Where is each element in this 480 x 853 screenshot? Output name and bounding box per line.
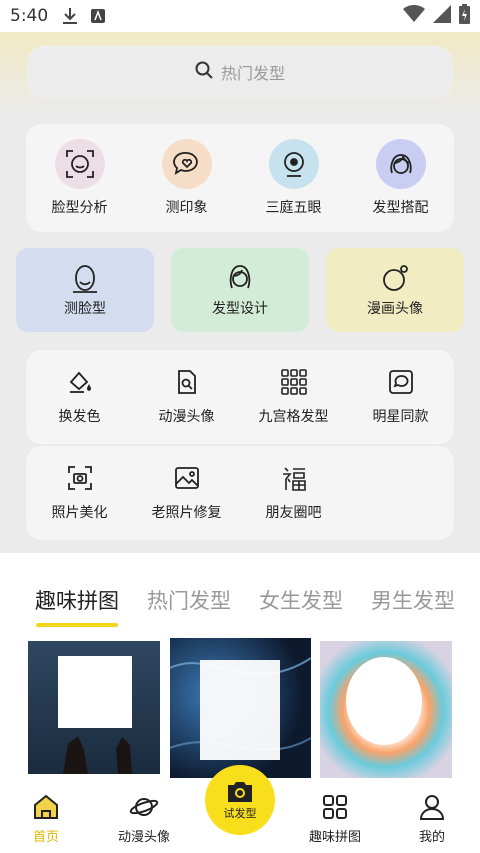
hair-design-card[interactable]: 发型设计 (171, 248, 309, 332)
four-squares-icon (323, 795, 347, 819)
girl-face-icon (375, 139, 426, 189)
nav-anime-avatar-label: 动漫头像 (118, 830, 171, 845)
status-time: 5:40 (10, 6, 49, 26)
camera-frame-icon (67, 466, 92, 490)
photo-beautify-label: 照片美化 (51, 505, 108, 521)
impression-test-button[interactable]: 测印象 (133, 124, 240, 232)
hairstyle-icon (229, 265, 251, 289)
download-icon (62, 7, 78, 25)
puzzle-thumbnail-1[interactable] (28, 641, 160, 774)
face-scan-icon (54, 139, 105, 189)
analysis-card: 脸型分析 测印象 三庭五眼 发型搭配 (26, 124, 454, 232)
status-bar: 5:40 (0, 0, 480, 32)
eye-camera-icon (268, 139, 319, 189)
hair-match-button[interactable]: 发型搭配 (347, 124, 454, 232)
camera-icon (228, 782, 252, 802)
photo-beautify-button[interactable]: 照片美化 (26, 446, 133, 540)
tab-fun-puzzle[interactable]: 趣味拼图 (35, 585, 119, 615)
facial-proportion-label: 三庭五眼 (265, 200, 322, 216)
grid-icon (280, 369, 307, 395)
planet-icon (129, 798, 159, 816)
app-notification-icon (90, 8, 106, 24)
nav-home[interactable]: 首页 (32, 794, 60, 845)
battery-icon (459, 3, 470, 29)
cartoon-avatar-label: 漫画头像 (367, 301, 423, 317)
tools-card-1: 换发色 动漫头像 九宫格发型 明星同款 (26, 350, 454, 444)
tab-male-hairstyle[interactable]: 男生发型 (371, 585, 455, 615)
nav-mine[interactable]: 我的 (418, 794, 446, 845)
home-icon (34, 794, 58, 819)
chat-frame-icon (388, 370, 413, 394)
impression-test-label: 测印象 (165, 200, 208, 216)
anime-avatar-label: 动漫头像 (158, 409, 215, 425)
nav-mine-label: 我的 (418, 830, 445, 845)
moments-label: 朋友圈吧 (265, 505, 322, 521)
fortune-character-icon (282, 467, 306, 491)
active-tab-indicator (36, 623, 118, 627)
try-hairstyle-button[interactable]: 试发型 (205, 765, 275, 835)
paint-bucket-icon (69, 371, 91, 393)
face-outline-icon (73, 265, 97, 293)
tab-female-hairstyle[interactable]: 女生发型 (259, 585, 343, 615)
anime-avatar-button[interactable]: 动漫头像 (133, 350, 240, 444)
hair-color-label: 换发色 (58, 409, 101, 425)
profile-icon (419, 795, 445, 820)
picture-icon (174, 467, 199, 489)
puzzle-thumbnail-2[interactable] (170, 638, 311, 778)
chat-heart-icon (161, 139, 212, 189)
old-photo-repair-label: 老照片修复 (151, 505, 222, 521)
face-shape-test-card[interactable]: 测脸型 (16, 248, 154, 332)
search-icon (195, 61, 213, 83)
search-placeholder: 热门发型 (220, 64, 285, 83)
nav-fun-puzzle[interactable]: 趣味拼图 (309, 794, 361, 845)
nine-grid-hair-button[interactable]: 九宫格发型 (240, 350, 347, 444)
hair-design-label: 发型设计 (212, 301, 268, 317)
celebrity-style-button[interactable]: 明星同款 (347, 350, 454, 444)
hair-match-label: 发型搭配 (372, 200, 429, 216)
nav-fun-puzzle-label: 趣味拼图 (309, 830, 362, 845)
puzzle-thumbnail-3[interactable] (320, 641, 452, 779)
image-search-icon (177, 370, 196, 394)
celebrity-style-label: 明星同款 (372, 409, 429, 425)
cartoon-head-icon (383, 265, 408, 291)
signal-icon (433, 4, 451, 28)
facial-proportion-button[interactable]: 三庭五眼 (240, 124, 347, 232)
try-hairstyle-label: 试发型 (223, 807, 257, 820)
nav-anime-avatar[interactable]: 动漫头像 (118, 794, 170, 845)
tab-hot-hairstyle[interactable]: 热门发型 (147, 585, 231, 615)
face-analysis-label: 脸型分析 (51, 200, 108, 216)
wifi-icon (403, 4, 425, 28)
hair-color-button[interactable]: 换发色 (26, 350, 133, 444)
tools-card-2: 照片美化 老照片修复 朋友圈吧 (26, 446, 454, 540)
face-analysis-button[interactable]: 脸型分析 (26, 124, 133, 232)
cartoon-avatar-card[interactable]: 漫画头像 (326, 248, 464, 332)
old-photo-repair-button[interactable]: 老照片修复 (133, 446, 240, 540)
moments-button[interactable]: 朋友圈吧 (240, 446, 347, 540)
face-shape-test-label: 测脸型 (64, 301, 106, 317)
nav-home-label: 首页 (32, 830, 59, 845)
nine-grid-hair-label: 九宫格发型 (258, 409, 329, 425)
search-bar[interactable]: 热门发型 (28, 46, 452, 98)
